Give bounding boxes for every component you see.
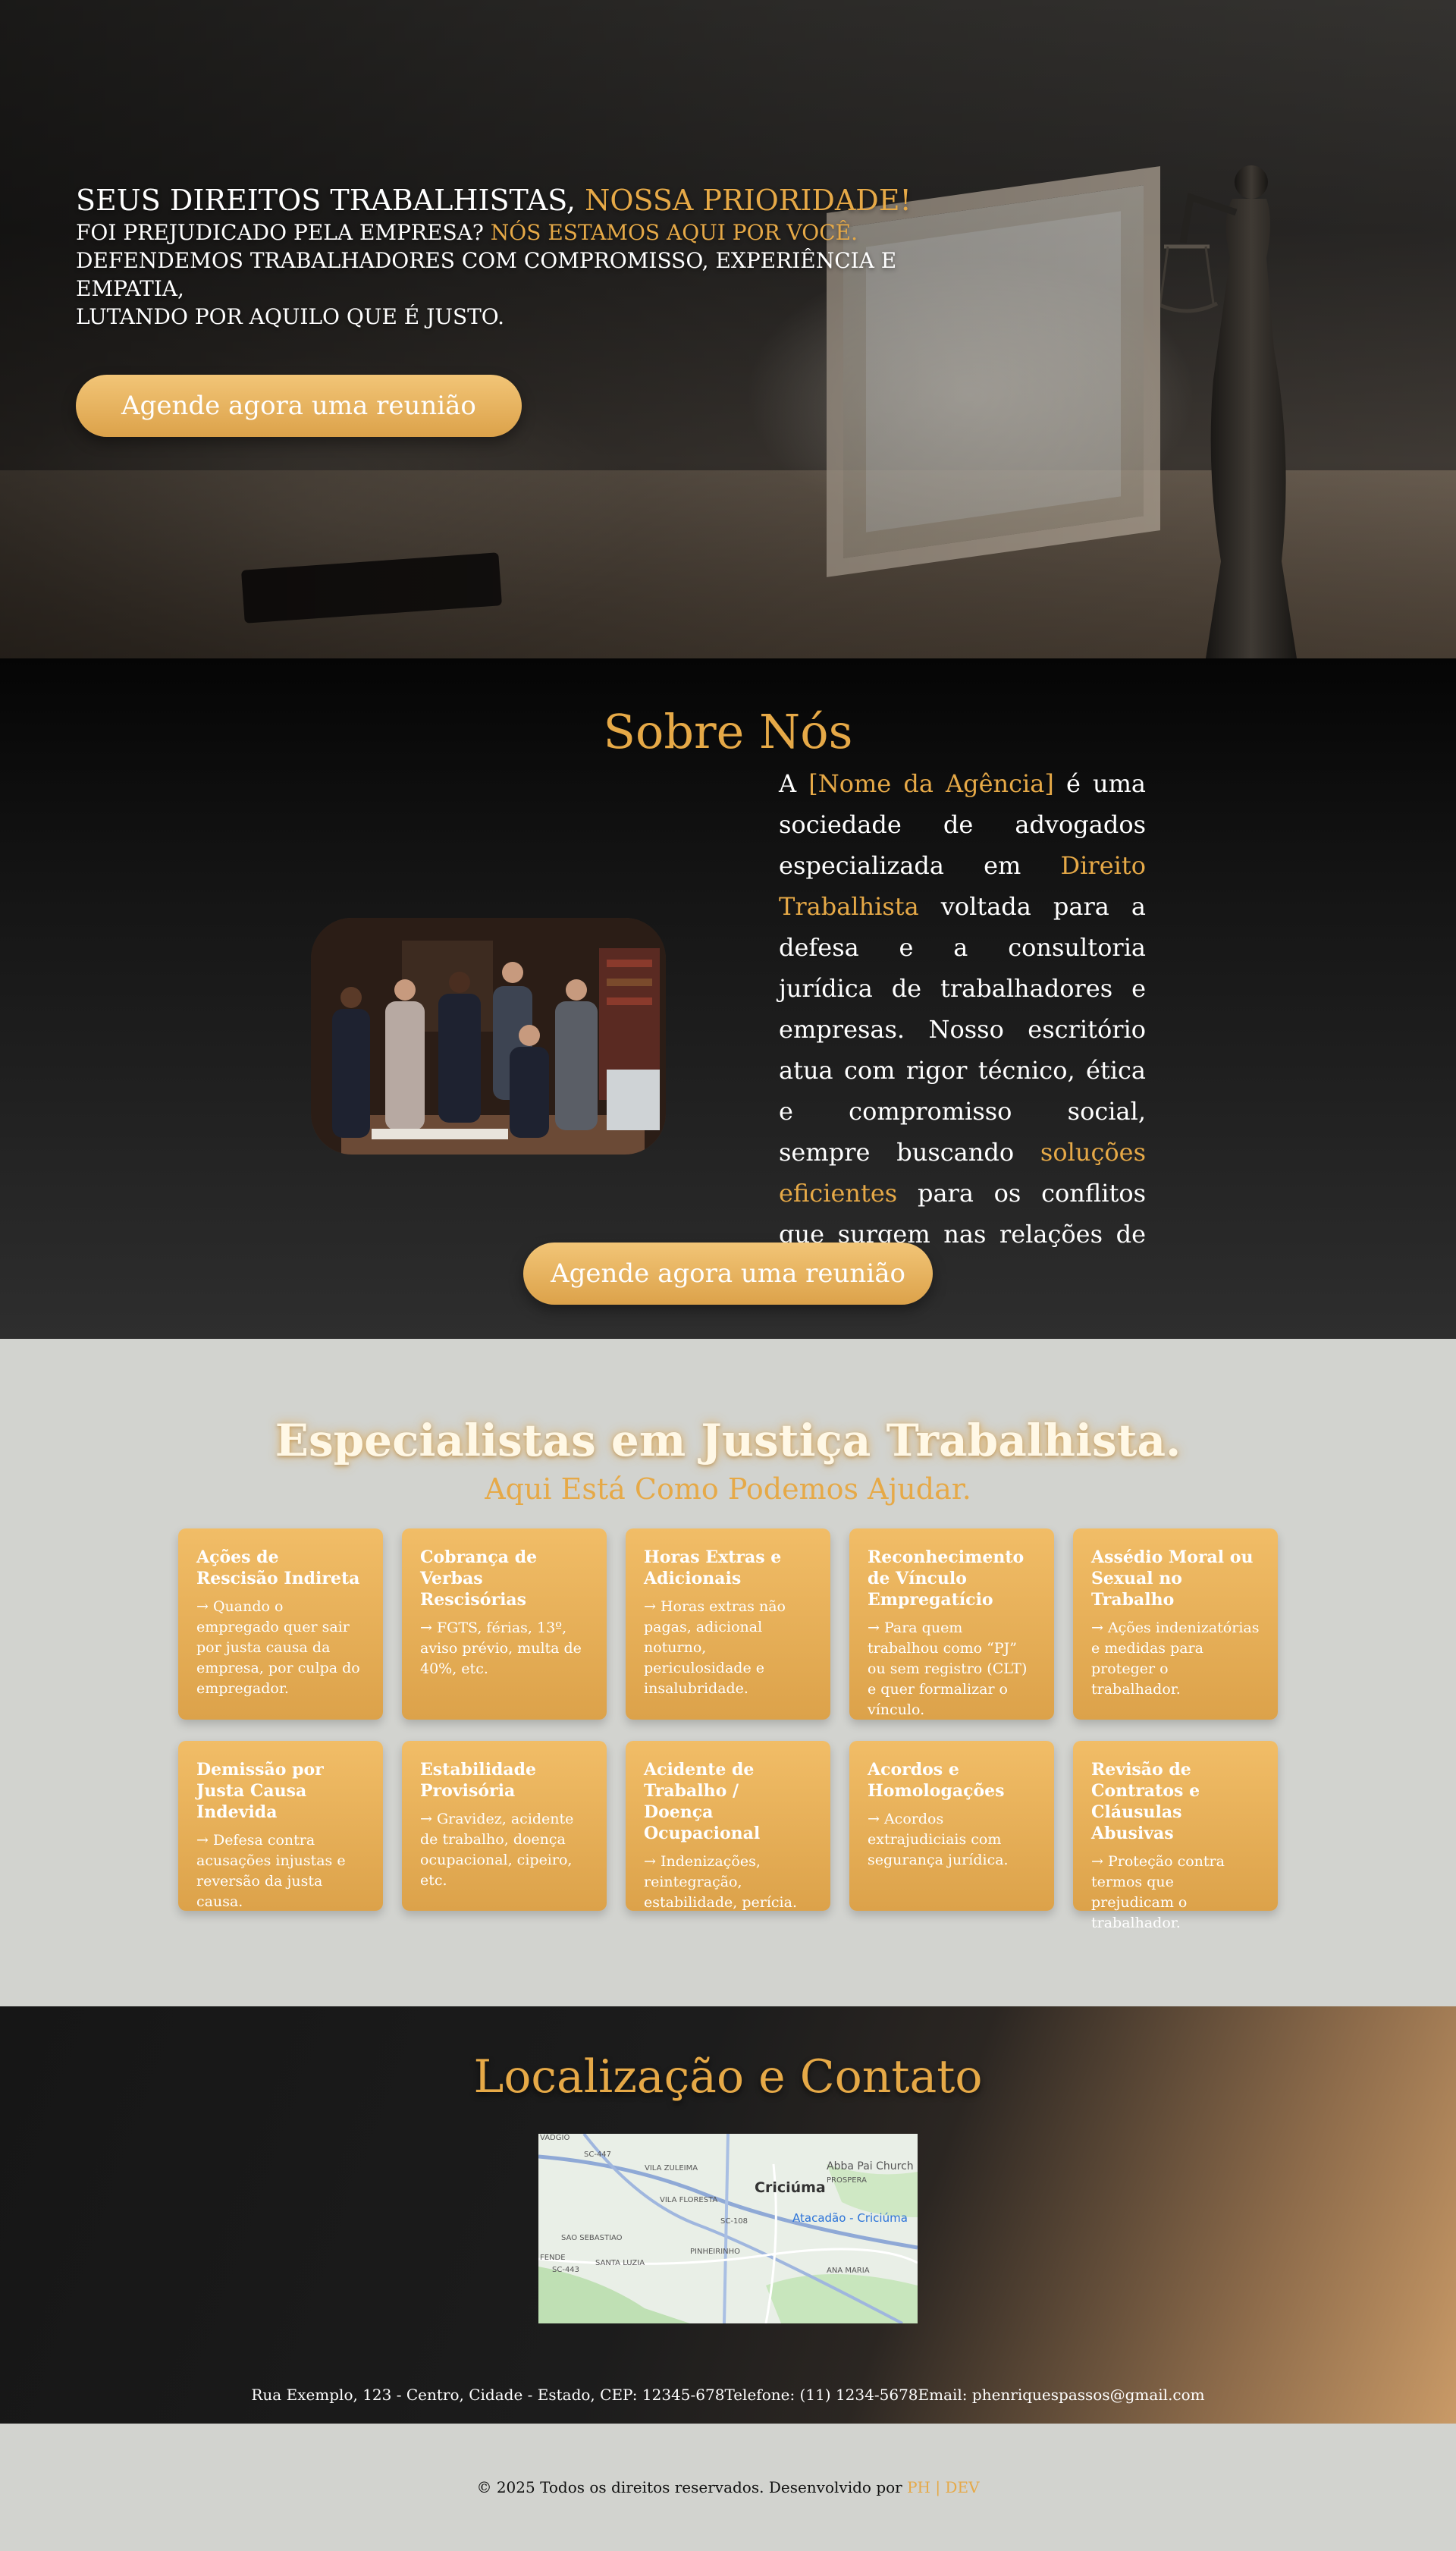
hero-reassurance: NÓS ESTAMOS AQUI POR VOCÊ.	[490, 220, 858, 245]
map-label: SC-108	[720, 2217, 748, 2226]
map-label: SC-443	[552, 2266, 580, 2274]
service-card-title: Reconhecimento de Vínculo Empregatício	[868, 1547, 1025, 1610]
service-card-horas-extras: Horas Extras e Adicionais → Horas extras…	[626, 1528, 830, 1720]
service-card-text: → Gravidez, acidente de trabalho, doença…	[420, 1811, 574, 1889]
service-card-acidente-trabalho: Acidente de Trabalho / Doença Ocupaciona…	[626, 1741, 830, 1911]
developer-link[interactable]: PH | DEV	[907, 2478, 979, 2496]
map-label: PINHEIRINHO	[690, 2248, 741, 2256]
team-photo	[311, 918, 666, 1155]
service-card-justa-causa: Demissão por Justa Causa Indevida → Defe…	[178, 1741, 383, 1911]
about-section: Sobre Nós A [Nome da Agência] é uma soci…	[0, 658, 1456, 1339]
about-text-part1: A	[779, 769, 797, 798]
hero-subtitle-line1: FOI PREJUDICADO PELA EMPRESA? NÓS ESTAMO…	[76, 218, 986, 247]
map-label: SANTA LUZIA	[595, 2259, 645, 2267]
service-card-title: Ações de Rescisão Indireta	[196, 1547, 360, 1588]
services-section: Especialistas em Justiça Trabalhista. Aq…	[0, 1339, 1456, 2006]
hero-title: SEUS DIREITOS TRABALHISTAS, NOSSA PRIORI…	[76, 182, 986, 218]
map-label: VILA ZULEIMA	[645, 2164, 698, 2172]
team-photo-illustration	[311, 918, 666, 1155]
hero-title-gold: NOSSA PRIORIDADE!	[585, 184, 912, 217]
service-card-text: → Indenizações, reintegração, estabilida…	[644, 1853, 797, 1911]
service-card-title: Assédio Moral ou Sexual no Trabalho	[1091, 1547, 1254, 1610]
about-schedule-button[interactable]: Agende agora uma reunião	[523, 1243, 933, 1305]
services-title: Especialistas em Justiça Trabalhista.	[275, 1415, 1181, 1466]
service-card-text: → Quando o empregado quer sair por justa…	[196, 1598, 360, 1697]
contact-section: Localização e Contato VADGIO SC-447 VILA…	[0, 2006, 1456, 2424]
service-card-verbas-rescisorias: Cobrança de Verbas Rescisórias → FGTS, f…	[402, 1528, 607, 1720]
service-card-title: Estabilidade Provisória	[420, 1760, 537, 1801]
map-label: Abba Pai Church	[827, 2160, 914, 2172]
map-label: SAO SEBASTIAO	[561, 2234, 623, 2242]
contact-title: Localização e Contato	[473, 2050, 983, 2103]
hero-section: SEUS DIREITOS TRABALHISTAS, NOSSA PRIORI…	[0, 0, 1456, 658]
map-label: VADGIO	[540, 2134, 570, 2142]
site-footer: © 2025 Todos os direitos reservados. Des…	[0, 2424, 1456, 2551]
hero-content: SEUS DIREITOS TRABALHISTAS, NOSSA PRIORI…	[76, 182, 986, 437]
contact-phone: Telefone: (11) 1234-5678	[724, 2386, 918, 2404]
map-label: PROSPERA	[827, 2176, 867, 2185]
hero-title-white: SEUS DIREITOS TRABALHISTAS,	[76, 184, 576, 217]
service-card-text: → Horas extras não pagas, adicional notu…	[644, 1598, 786, 1697]
service-card-text: → Defesa contra acusações injustas e rev…	[196, 1832, 346, 1910]
service-cards-grid: Ações de Rescisão Indireta → Quando o em…	[178, 1528, 1278, 1931]
location-map[interactable]: VADGIO SC-447 VILA ZULEIMA Abba Pai Chur…	[538, 2134, 918, 2323]
hero-subtitle-line3: LUTANDO POR AQUILO QUE É JUSTO.	[76, 304, 505, 329]
hero-schedule-button[interactable]: Agende agora uma reunião	[76, 375, 522, 437]
about-description: A [Nome da Agência] é uma sociedade de a…	[779, 763, 1146, 1296]
about-title: Sobre Nós	[603, 704, 853, 759]
service-card-estabilidade: Estabilidade Provisória → Gravidez, acid…	[402, 1741, 607, 1911]
service-card-text: → Ações indenizatórias e medidas para pr…	[1091, 1620, 1260, 1698]
hero-question: FOI PREJUDICADO PELA EMPRESA?	[76, 220, 484, 245]
service-card-title: Horas Extras e Adicionais	[644, 1547, 782, 1588]
contact-email: Email: phenriquespassos@gmail.com	[918, 2386, 1205, 2404]
map-poi-label: Atacadão - Criciúma	[792, 2211, 908, 2225]
service-card-title: Acidente de Trabalho / Doença Ocupaciona…	[644, 1760, 761, 1843]
service-card-rescisao-indireta: Ações de Rescisão Indireta → Quando o em…	[178, 1528, 383, 1720]
service-card-assedio: Assédio Moral ou Sexual no Trabalho → Aç…	[1073, 1528, 1278, 1720]
service-card-title: Cobrança de Verbas Rescisórias	[420, 1547, 538, 1610]
hero-subtitle-line2: DEFENDEMOS TRABALHADORES COM COMPROMISSO…	[76, 248, 897, 301]
agency-name: [Nome da Agência]	[808, 769, 1054, 798]
map-label: ANA MARIA	[827, 2267, 870, 2275]
map-label: FENDE	[540, 2254, 566, 2262]
service-card-text: → Para quem trabalhou como “PJ” ou sem r…	[868, 1620, 1028, 1718]
footer-copyright: © 2025 Todos os direitos reservados. Des…	[476, 2478, 902, 2496]
service-card-text: → Acordos extrajudiciais com segurança j…	[868, 1811, 1009, 1868]
service-card-revisao-contratos: Revisão de Contratos e Cláusulas Abusiva…	[1073, 1741, 1278, 1931]
contact-info: Rua Exemplo, 123 - Centro, Cidade - Esta…	[0, 2386, 1456, 2404]
map-label: SC-447	[584, 2150, 612, 2159]
contact-address: Rua Exemplo, 123 - Centro, Cidade - Esta…	[251, 2386, 725, 2404]
map-city-label: Criciúma	[755, 2179, 826, 2196]
services-subtitle: Aqui Está Como Podemos Ajudar.	[485, 1472, 971, 1506]
service-card-acordos: Acordos e Homologações → Acordos extraju…	[849, 1741, 1054, 1911]
service-card-text: → FGTS, férias, 13º, aviso prévio, multa…	[420, 1620, 582, 1677]
service-card-vinculo-empregaticio: Reconhecimento de Vínculo Empregatício →…	[849, 1528, 1054, 1720]
service-card-title: Demissão por Justa Causa Indevida	[196, 1760, 324, 1822]
service-card-title: Revisão de Contratos e Cláusulas Abusiva…	[1091, 1760, 1200, 1843]
about-text-part3: voltada para a defesa e a consultoria ju…	[779, 892, 1146, 1167]
service-card-text: → Proteção contra termos que prejudicam …	[1091, 1853, 1225, 1931]
map-label: VILA FLORESTA	[660, 2196, 718, 2204]
service-card-title: Acordos e Homologações	[868, 1760, 1005, 1801]
